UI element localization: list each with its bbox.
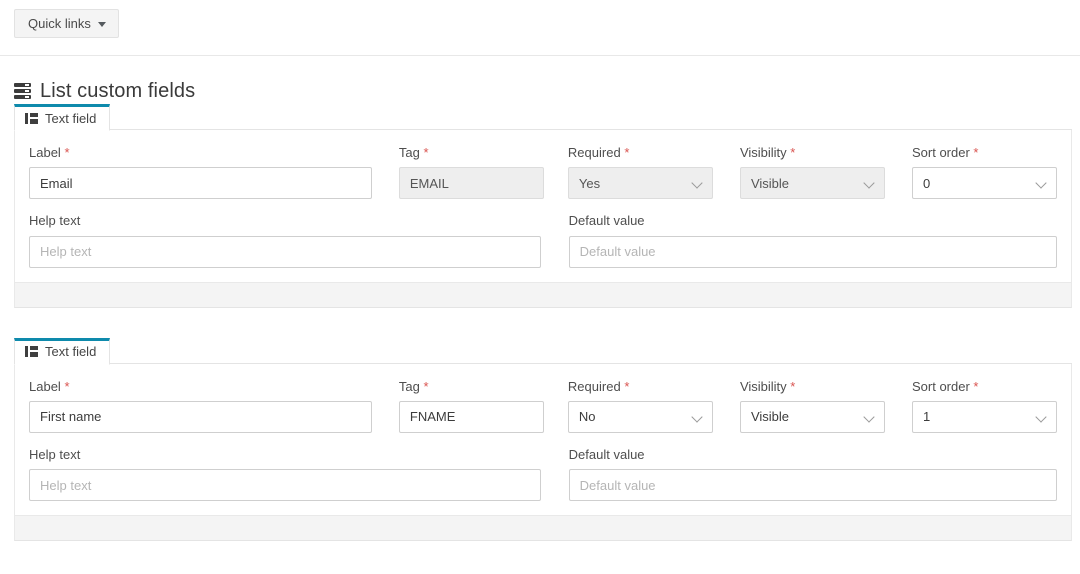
- tag-field-group: Tag *: [398, 145, 544, 200]
- tag-input: [398, 167, 544, 200]
- help-text-field-group: Help text: [29, 213, 541, 268]
- panel-footer: [14, 282, 1072, 308]
- default-value-input[interactable]: [568, 469, 1057, 502]
- tab-text-field[interactable]: Text field: [14, 104, 111, 131]
- help-text-field-group: Help text: [29, 446, 541, 502]
- field-row-secondary: Help text Default value: [29, 446, 1057, 502]
- server-list-icon: [14, 83, 31, 100]
- visibility-select[interactable]: Visible: [739, 167, 885, 200]
- sort-order-select-wrap: 1: [911, 400, 1058, 433]
- default-value-field-group: Default value: [568, 213, 1057, 268]
- quick-links-label: Quick links: [28, 16, 91, 31]
- required-marker: *: [790, 145, 796, 160]
- tag-field-group: Tag *: [398, 378, 544, 433]
- required-marker: *: [64, 378, 70, 394]
- label-field-label: Label *: [29, 145, 70, 160]
- top-toolbar: Quick links: [0, 0, 1080, 46]
- field-row-primary: Label * Tag * Required *: [29, 145, 1058, 200]
- visibility-select[interactable]: Visible: [739, 400, 885, 433]
- default-value-field-label: Default value: [568, 213, 645, 229]
- tag-field-label: Tag *: [398, 378, 429, 394]
- help-text-input[interactable]: [29, 469, 541, 502]
- help-text-input[interactable]: [29, 235, 541, 268]
- required-marker: *: [64, 145, 70, 160]
- visibility-field-label: Visibility *: [739, 145, 796, 160]
- required-field-group: Required * Yes: [567, 145, 713, 200]
- sort-order-field-label: Sort order *: [911, 378, 979, 394]
- sort-order-field-group: Sort order * 0: [911, 145, 1058, 200]
- sort-order-field-label: Sort order *: [911, 145, 979, 160]
- quick-links-button[interactable]: Quick links: [14, 9, 119, 38]
- tag-field-label: Tag *: [398, 145, 429, 160]
- required-marker: *: [790, 378, 796, 394]
- columns-icon: [25, 112, 38, 124]
- label-field-group: Label *: [29, 145, 372, 200]
- panel-body: Label * Tag * Required *: [14, 363, 1072, 517]
- columns-icon: [25, 346, 38, 358]
- default-value-field-group: Default value: [568, 446, 1057, 502]
- required-select[interactable]: Yes: [567, 167, 713, 200]
- caret-down-icon: [97, 21, 106, 27]
- label-input[interactable]: [29, 400, 372, 433]
- custom-field-panel: Text field Label * Tag *: [14, 337, 1072, 542]
- sort-order-select-wrap: 0: [911, 167, 1058, 200]
- required-marker: *: [423, 378, 429, 394]
- help-text-field-label: Help text: [29, 213, 81, 229]
- required-select-wrap: Yes: [567, 167, 713, 200]
- help-text-field-label: Help text: [29, 446, 81, 462]
- required-marker: *: [973, 378, 979, 394]
- page-title: List custom fields: [0, 56, 1080, 104]
- visibility-select-wrap: Visible: [739, 167, 885, 200]
- visibility-select-wrap: Visible: [739, 400, 885, 433]
- label-input[interactable]: [29, 167, 372, 200]
- custom-field-panel: Text field Label * Tag *: [14, 104, 1072, 308]
- page-title-text: List custom fields: [40, 80, 196, 102]
- required-field-label: Required *: [567, 145, 630, 160]
- label-field-group: Label *: [29, 378, 372, 433]
- sort-order-select[interactable]: 0: [911, 167, 1058, 200]
- required-marker: *: [624, 378, 630, 394]
- label-field-label: Label *: [29, 378, 70, 394]
- required-select-wrap: No: [567, 400, 713, 433]
- default-value-field-label: Default value: [568, 446, 645, 462]
- required-select[interactable]: No: [567, 400, 713, 433]
- panel-tabstrip: Text field: [14, 104, 1072, 131]
- tab-label: Text field: [45, 344, 97, 360]
- required-field-label: Required *: [567, 378, 630, 394]
- default-value-input[interactable]: [568, 235, 1057, 268]
- tab-label: Text field: [45, 110, 97, 126]
- visibility-field-label: Visibility *: [739, 378, 796, 394]
- panel-body: Label * Tag * Required *: [14, 130, 1072, 283]
- required-marker: *: [973, 145, 979, 160]
- sort-order-field-group: Sort order * 1: [911, 378, 1058, 433]
- field-row-secondary: Help text Default value: [29, 213, 1057, 268]
- required-marker: *: [624, 145, 630, 160]
- panel-tabstrip: Text field: [14, 337, 1072, 365]
- field-row-primary: Label * Tag * Required *: [29, 378, 1058, 433]
- visibility-field-group: Visibility * Visible: [739, 378, 885, 433]
- panel-spacer: [0, 308, 1080, 338]
- sort-order-select[interactable]: 1: [911, 400, 1058, 433]
- tag-input[interactable]: [398, 400, 544, 433]
- required-marker: *: [423, 145, 429, 160]
- tab-text-field[interactable]: Text field: [14, 337, 111, 365]
- panel-footer: [14, 516, 1072, 542]
- visibility-field-group: Visibility * Visible: [739, 145, 885, 200]
- required-field-group: Required * No: [567, 378, 713, 433]
